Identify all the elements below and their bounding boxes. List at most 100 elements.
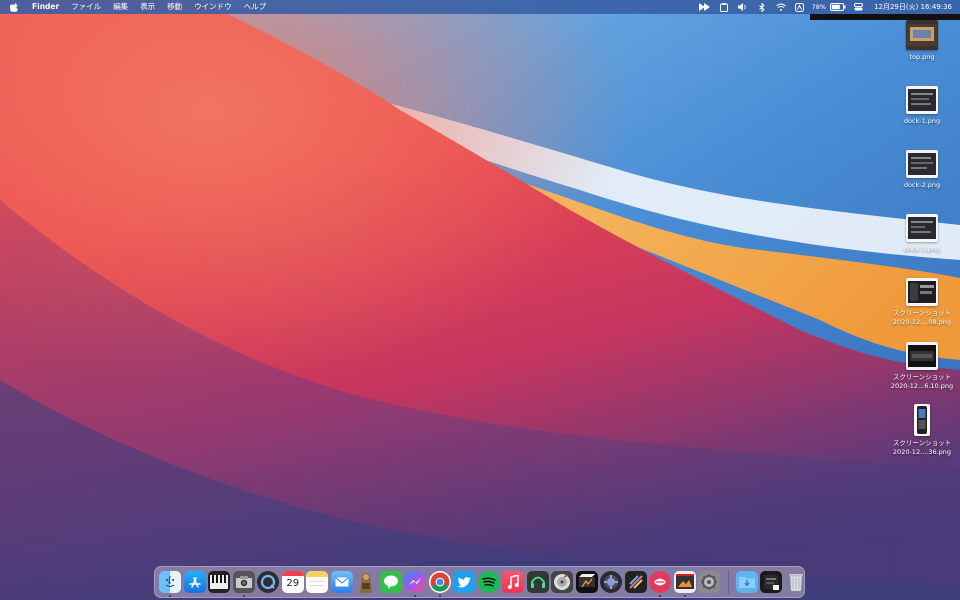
music-icon xyxy=(502,571,525,593)
image-thumbnail-icon xyxy=(906,20,938,50)
screenshots-stack-icon xyxy=(760,571,783,593)
line-icon xyxy=(379,571,402,593)
menu-bar: Finder ファイル 編集 表示 移動 ウインドウ ヘルプ 78% 12月29… xyxy=(0,0,960,14)
menu-edit[interactable]: 編集 xyxy=(107,0,134,14)
desktop-file-label: スクリーンショット 2020-12...6.10.png xyxy=(890,373,954,390)
chrome-icon xyxy=(428,571,451,593)
bluetooth-icon[interactable] xyxy=(754,0,770,14)
dock-app-chrome[interactable] xyxy=(428,571,451,597)
notes-icon xyxy=(306,571,329,593)
desktop-file-label: スクリーンショット 2020-12....36.png xyxy=(892,439,952,456)
fast-forward-status-icon[interactable] xyxy=(697,0,713,14)
running-indicator xyxy=(169,595,172,597)
dock-app-line[interactable] xyxy=(379,571,402,593)
mail-icon xyxy=(330,571,353,593)
dock-app-headphones[interactable] xyxy=(526,571,549,593)
system-preferences-icon xyxy=(698,571,721,593)
image-thumbnail-icon xyxy=(914,404,930,436)
calendar-day: 29 xyxy=(286,578,300,589)
desktop-file-screenshot-2[interactable]: スクリーンショット 2020-12...6.10.png xyxy=(887,342,957,391)
dock-app-spotify[interactable] xyxy=(477,571,500,593)
running-indicator xyxy=(414,595,417,597)
speechify-icon xyxy=(649,571,672,593)
dock-app-disk-utility[interactable] xyxy=(551,571,574,593)
dock-app-compressor[interactable] xyxy=(600,571,623,593)
desktop-file-dock-2[interactable]: dock-2.png xyxy=(887,150,957,190)
desktop-file-label: スクリーンショット 2020-12....08.png xyxy=(892,309,952,326)
image-thumbnail-icon xyxy=(906,150,938,178)
text-input-status-icon[interactable] xyxy=(792,0,808,14)
image-thumbnail-icon xyxy=(906,86,938,114)
twitter-icon xyxy=(453,571,476,593)
dock-app-notes[interactable] xyxy=(306,571,329,593)
messenger-icon xyxy=(404,571,427,593)
dock-app-mail[interactable] xyxy=(330,571,353,593)
apple-menu-icon[interactable] xyxy=(0,2,26,12)
desktop-file-label: dock-1.png xyxy=(903,117,941,125)
trash-icon xyxy=(785,571,807,593)
dock-app-calendar[interactable]: 29 xyxy=(281,571,304,593)
motion-icon xyxy=(624,571,647,593)
dock-app-piano[interactable] xyxy=(208,571,231,593)
wifi-icon[interactable] xyxy=(773,0,789,14)
desktop-file-label: dock-2.png xyxy=(903,181,941,189)
dock: 29 xyxy=(154,566,805,598)
finder-icon xyxy=(159,571,182,593)
downloads-folder-icon xyxy=(735,571,758,593)
dock-app-motion[interactable] xyxy=(624,571,647,593)
desktop-file-screenshot-3[interactable]: スクリーンショット 2020-12....36.png xyxy=(887,404,957,457)
spotify-icon xyxy=(477,571,500,593)
app-store-icon xyxy=(183,571,206,593)
volume-icon[interactable] xyxy=(735,0,751,14)
menubar-clock[interactable]: 12月29日(火) 16:49:36 xyxy=(874,2,952,12)
disk-utility-icon xyxy=(551,571,574,593)
menu-help[interactable]: ヘルプ xyxy=(238,0,273,14)
desktop-wallpaper xyxy=(0,0,960,600)
dock-app-archive[interactable] xyxy=(355,571,377,593)
menu-app-finder[interactable]: Finder xyxy=(26,0,65,14)
menu-go[interactable]: 移動 xyxy=(161,0,188,14)
battery-percent: 78% xyxy=(811,3,827,11)
menu-file[interactable]: ファイル xyxy=(65,0,107,14)
desktop-file-dock-1[interactable]: dock-1.png xyxy=(887,86,957,126)
menu-window[interactable]: ウインドウ xyxy=(188,0,238,14)
desktop-file-label: top.png xyxy=(909,53,935,61)
battery-icon[interactable] xyxy=(829,0,847,14)
running-indicator xyxy=(683,595,686,597)
dock-screenshots-stack[interactable] xyxy=(760,571,783,593)
control-center-icon[interactable] xyxy=(850,0,866,14)
compressor-icon xyxy=(600,571,623,593)
dock-app-quicktime[interactable] xyxy=(257,571,280,593)
running-indicator xyxy=(438,595,441,597)
dock-app-photo-slideshow[interactable] xyxy=(673,571,696,597)
dock-app-photo-booth[interactable] xyxy=(232,571,255,597)
dock-separator xyxy=(727,570,729,594)
menu-view[interactable]: 表示 xyxy=(134,0,161,14)
dock-app-final-cut[interactable] xyxy=(575,571,598,593)
dock-app-speechify[interactable] xyxy=(649,571,672,597)
dock-app-app-store[interactable] xyxy=(183,571,206,593)
quicktime-icon xyxy=(257,571,280,593)
running-indicator xyxy=(242,595,245,597)
calendar-icon: 29 xyxy=(281,571,304,593)
photo-slideshow-icon xyxy=(673,571,696,593)
clipboard-status-icon[interactable] xyxy=(716,0,732,14)
camera-icon xyxy=(232,571,255,593)
dock-downloads-folder[interactable] xyxy=(735,571,758,593)
image-thumbnail-icon xyxy=(906,342,938,370)
dock-app-music[interactable] xyxy=(502,571,525,593)
running-indicator xyxy=(659,595,662,597)
dock-app-finder[interactable] xyxy=(159,571,182,597)
desktop-file-top-png[interactable]: top.png xyxy=(887,20,957,62)
dock-app-twitter[interactable] xyxy=(453,571,476,593)
dock-app-messenger[interactable] xyxy=(404,571,427,597)
desktop-file-label: dock-3.png xyxy=(903,245,941,253)
piano-icon xyxy=(208,571,231,593)
dock-app-system-preferences[interactable] xyxy=(698,571,721,593)
dock-trash[interactable] xyxy=(785,571,807,593)
desktop-file-screenshot-1[interactable]: スクリーンショット 2020-12....08.png xyxy=(887,278,957,327)
desktop-file-dock-3[interactable]: dock-3.png xyxy=(887,214,957,254)
archive-utility-icon xyxy=(355,571,377,593)
desktop-screen: Finder ファイル 編集 表示 移動 ウインドウ ヘルプ 78% 12月29… xyxy=(0,0,960,600)
final-cut-icon xyxy=(575,571,598,593)
